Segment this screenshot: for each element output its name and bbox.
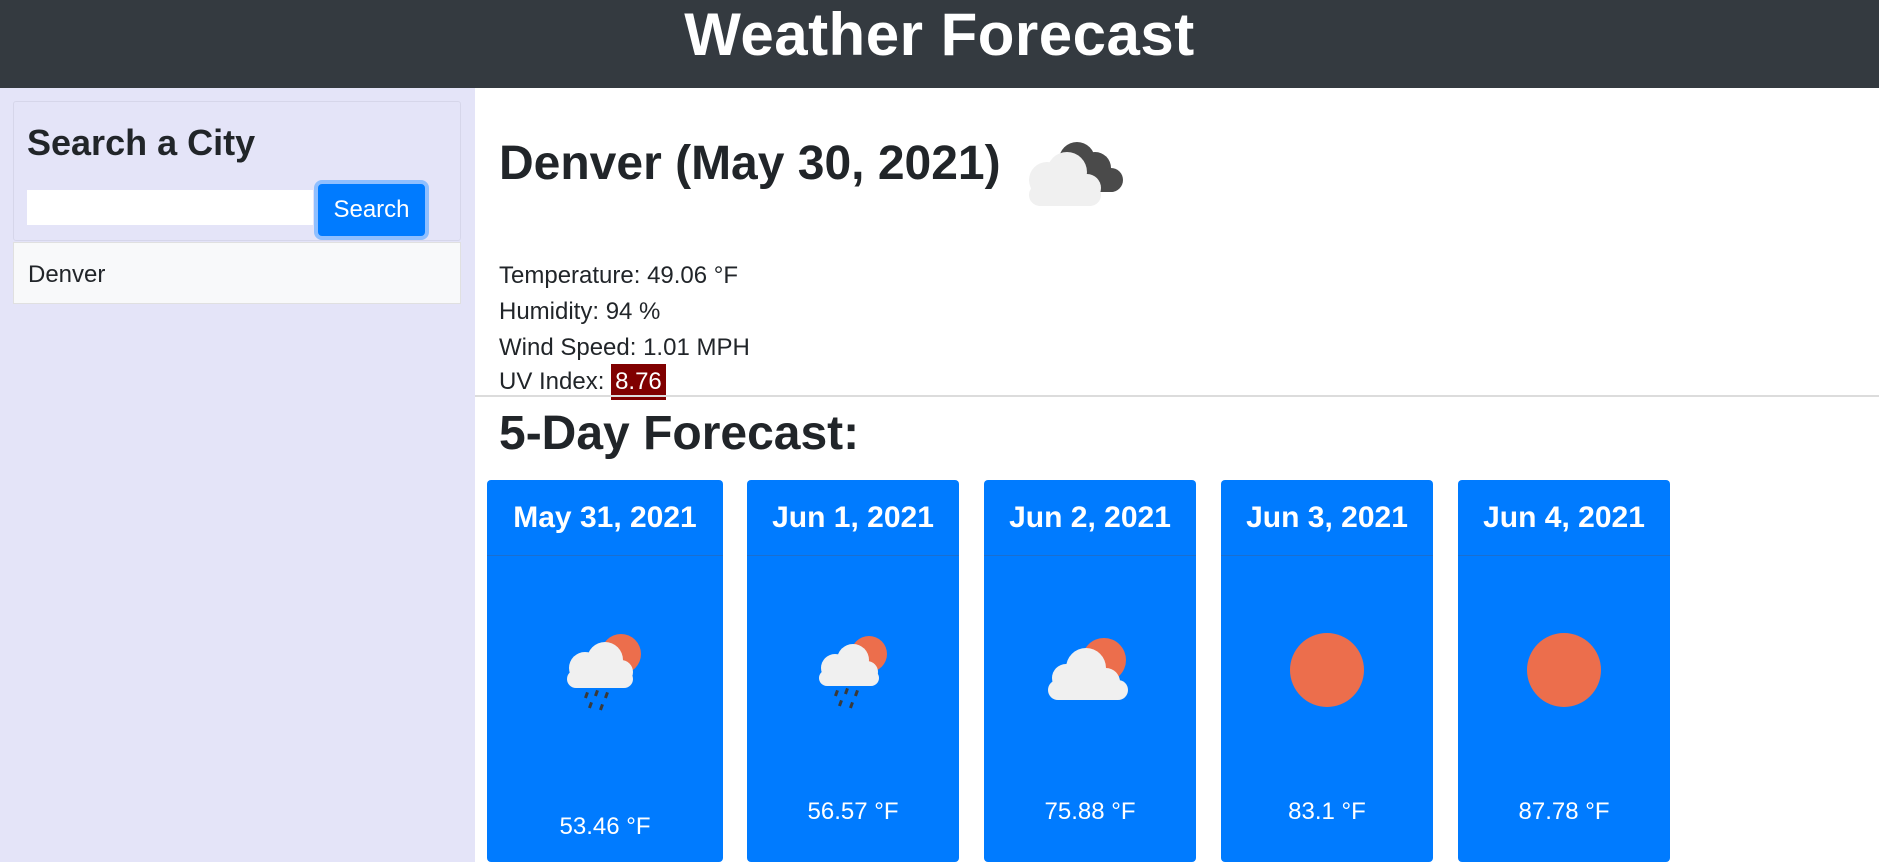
forecast-title: 5-Day Forecast: (499, 407, 860, 460)
forecast-card: May 31, 2021 53.46 °F (487, 480, 723, 862)
page-title: Weather Forecast (684, 0, 1195, 68)
uv-index-label: UV Index: (499, 368, 605, 395)
wind-speed-text: Wind Speed: 1.01 MPH (499, 334, 750, 361)
forecast-temp: 56.57 °F (807, 798, 899, 825)
forecast-card: Jun 2, 2021 75.88 °F (984, 480, 1196, 862)
sidebar: Search a City Search Denver (0, 88, 475, 862)
main-content: Denver (May 30, 2021) Temperature: 49.06… (475, 88, 1879, 862)
search-input[interactable] (27, 190, 313, 225)
search-button[interactable]: Search (314, 180, 429, 240)
sun-icon (1290, 633, 1364, 707)
forecast-card: Jun 3, 2021 83.1 °F (1221, 480, 1433, 862)
forecast-temp: 75.88 °F (1044, 798, 1136, 825)
history-item-denver[interactable]: Denver (13, 242, 461, 304)
forecast-date: Jun 4, 2021 (1458, 480, 1670, 556)
humidity-text: Humidity: 94 % (499, 298, 661, 325)
temperature-text: Temperature: 49.06 °F (499, 262, 739, 289)
current-city-title: Denver (May 30, 2021) (499, 137, 1001, 190)
forecast-date: Jun 1, 2021 (747, 480, 959, 556)
partly-cloudy-icon (1048, 638, 1128, 700)
forecast-date: Jun 3, 2021 (1221, 480, 1433, 556)
cloudy-night-icon (1029, 142, 1123, 206)
forecast-card: Jun 4, 2021 87.78 °F (1458, 480, 1670, 862)
forecast-temp: 53.46 °F (559, 813, 651, 840)
app-header: Weather Forecast (0, 0, 1879, 88)
forecast-card: Jun 1, 2021 56.57 °F (747, 480, 959, 862)
forecast-date: Jun 2, 2021 (984, 480, 1196, 556)
search-heading: Search a City (27, 122, 256, 163)
forecast-temp: 83.1 °F (1288, 798, 1366, 825)
forecast-date: May 31, 2021 (487, 480, 723, 556)
rain-sun-icon (567, 634, 641, 711)
section-divider (475, 395, 1879, 397)
forecast-temp: 87.78 °F (1518, 798, 1610, 825)
search-panel: Search a City Search (13, 101, 461, 241)
rain-sun-icon (819, 636, 887, 709)
sun-icon (1527, 633, 1601, 707)
